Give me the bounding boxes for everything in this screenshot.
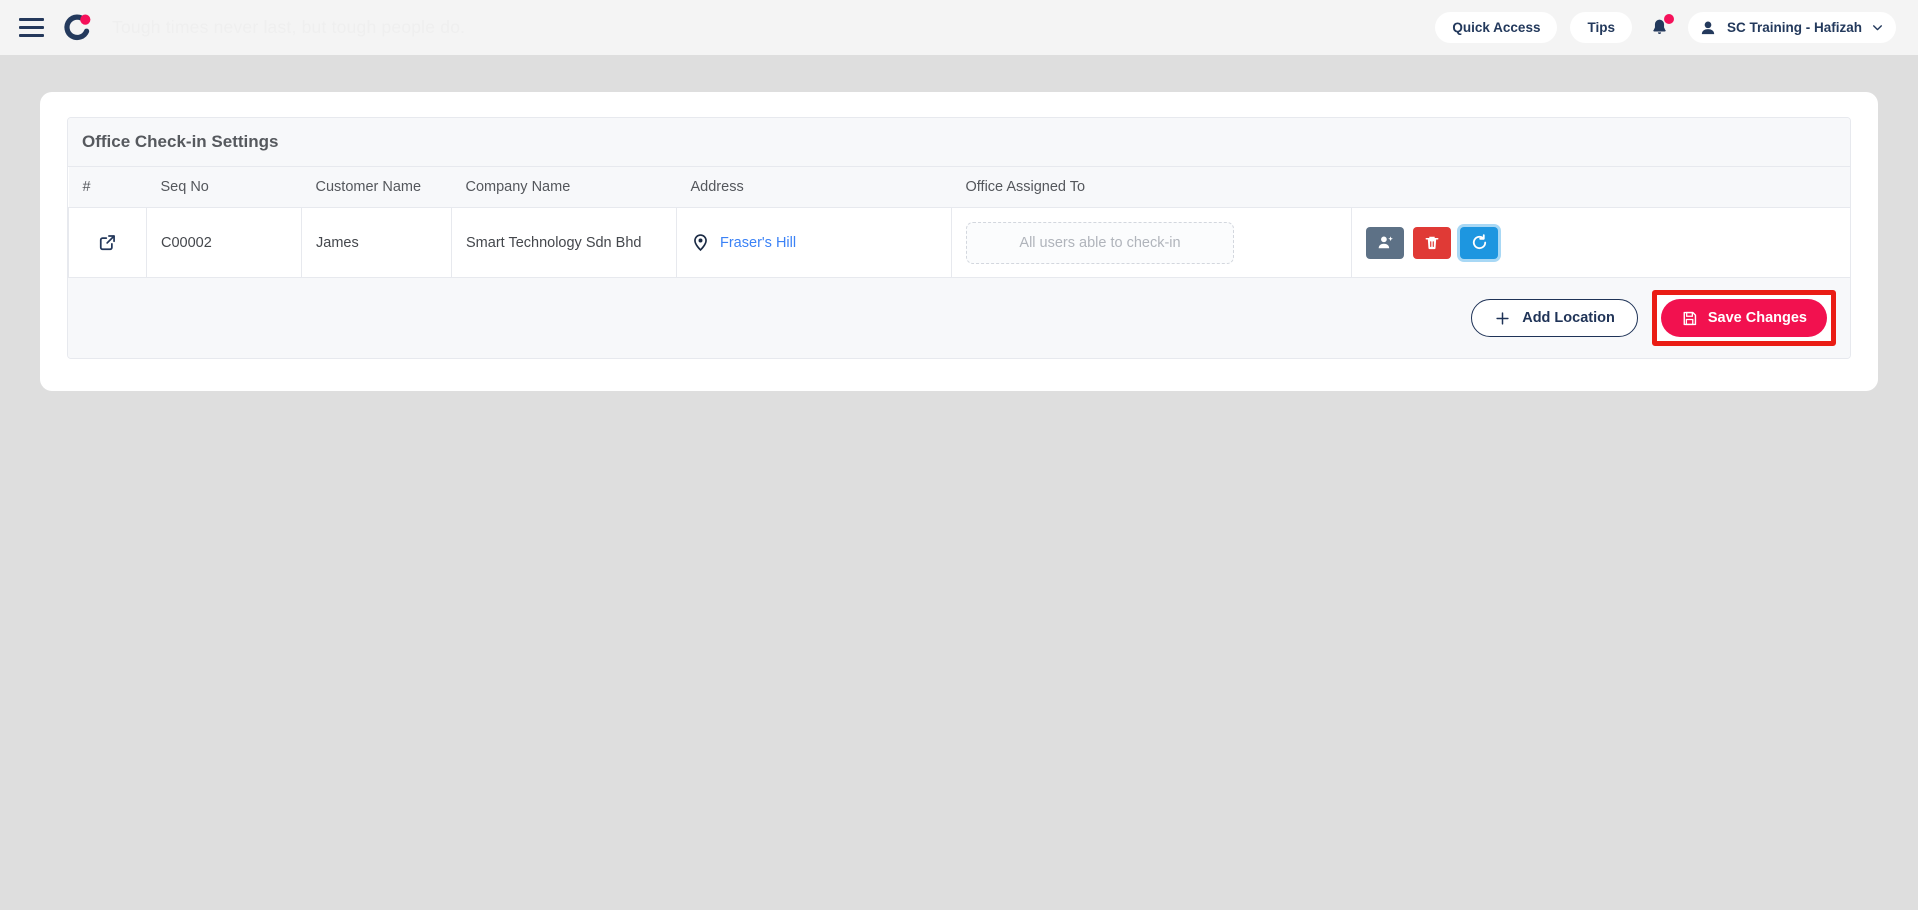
assigned-users-dropzone[interactable]: All users able to check-in [966,221,1234,264]
hamburger-menu-icon[interactable] [14,11,48,45]
hamburger-bar [18,26,44,29]
motivational-quote: Tough times never last, but tough people… [112,17,466,37]
table-header: # Seq No Customer Name Company Name Addr… [68,167,1850,208]
add-location-label: Add Location [1522,310,1615,326]
save-changes-label: Save Changes [1707,310,1807,326]
map-pin-icon [694,234,707,252]
add-location-button[interactable]: Add Location [1471,299,1638,337]
column-header-company-name: Company Name [451,167,677,208]
cell-actions [1351,207,1850,278]
cell-open-detail[interactable] [68,207,147,278]
table-row: C00002 James Smart Technology Sdn Bhd Fr… [68,207,1850,278]
refresh-icon [1472,234,1486,250]
panel-footer: Add Location Save Changes [68,278,1850,358]
save-changes-button[interactable]: Save Changes [1660,299,1827,337]
refresh-location-button[interactable] [1460,226,1498,259]
column-header-address: Address [676,167,952,208]
address-link[interactable]: Fraser's Hill [720,235,796,251]
office-locations-table: # Seq No Customer Name Company Name Addr… [68,167,1850,278]
topbar-right-group: Quick Access Tips SC Training - Hafizah [1435,12,1896,43]
panel-title: Office Check-in Settings [68,118,1850,167]
save-changes-highlight-annotation: Save Changes [1651,290,1836,346]
row-actions-group [1366,226,1836,259]
user-menu-button[interactable]: SC Training - Hafizah [1687,12,1896,43]
save-floppy-icon [1683,311,1697,325]
external-link-icon [99,235,115,251]
column-header-office-assigned-to: Office Assigned To [951,167,1352,208]
column-header-actions [1351,167,1850,208]
column-header-seq-no: Seq No [146,167,302,208]
plus-icon [1496,311,1509,325]
tips-button[interactable]: Tips [1570,12,1632,43]
user-add-icon [1378,236,1393,249]
top-navigation-bar: Tough times never last, but tough people… [0,0,1918,55]
cell-office-assigned-to: All users able to check-in [951,207,1352,278]
hamburger-bar [18,18,44,21]
notifications-button[interactable] [1645,12,1675,43]
cell-address: Fraser's Hill [676,207,952,278]
cell-company-name: Smart Technology Sdn Bhd [451,207,677,278]
quick-access-button[interactable]: Quick Access [1435,12,1558,43]
table-header-row: # Seq No Customer Name Company Name Addr… [68,167,1850,208]
cell-seq-no: C00002 [146,207,302,278]
address-wrapper: Fraser's Hill [691,233,937,252]
page-content: Office Check-in Settings # Seq No Custom… [0,55,1918,391]
hamburger-bar [18,34,44,37]
office-checkin-panel: Office Check-in Settings # Seq No Custom… [67,117,1851,359]
content-card: Office Check-in Settings # Seq No Custom… [40,92,1878,391]
user-avatar-icon [1701,21,1715,34]
open-location-button[interactable] [83,232,132,253]
user-name-label: SC Training - Hafizah [1726,20,1862,35]
assign-users-button[interactable] [1366,226,1404,259]
trash-icon [1425,236,1439,249]
column-header-index: # [68,167,147,208]
chevron-down-icon [1873,25,1882,31]
brand-logo-icon[interactable] [60,11,94,45]
column-header-customer-name: Customer Name [301,167,452,208]
delete-location-button[interactable] [1413,226,1451,259]
cell-customer-name: James [301,207,452,278]
notification-badge-dot [1663,14,1674,24]
table-body: C00002 James Smart Technology Sdn Bhd Fr… [68,207,1850,278]
